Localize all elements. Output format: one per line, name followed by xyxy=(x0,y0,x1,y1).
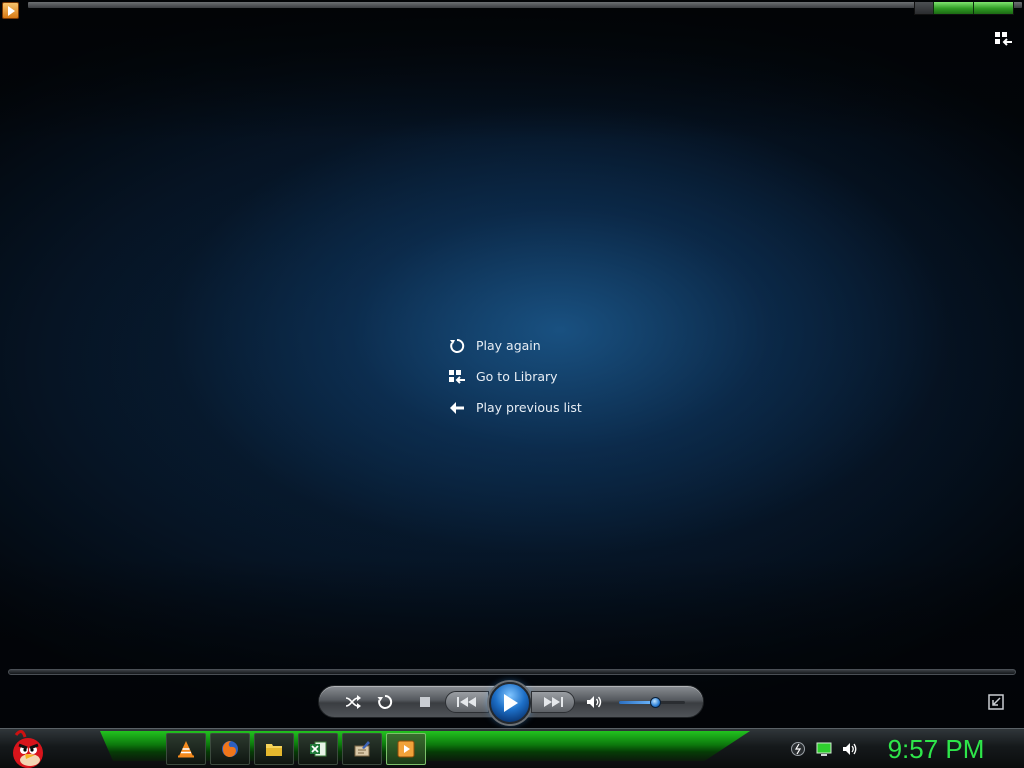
folder-icon[interactable] xyxy=(254,733,294,765)
play-previous-list-link[interactable]: Play previous list xyxy=(448,392,582,423)
end-of-playback-menu: Play again Go to Library Play previous l… xyxy=(448,330,582,423)
monitor-icon[interactable] xyxy=(816,741,832,757)
back-arrow-icon xyxy=(448,399,466,417)
switch-to-library-icon[interactable] xyxy=(994,31,1014,47)
playback-controls xyxy=(318,682,704,724)
replay-icon xyxy=(448,337,466,355)
title-bar[interactable] xyxy=(28,2,1022,8)
system-tray xyxy=(790,741,858,757)
stop-icon[interactable] xyxy=(417,692,433,712)
media-player-icon[interactable] xyxy=(386,733,426,765)
go-to-library-link[interactable]: Go to Library xyxy=(448,361,582,392)
close-button[interactable] xyxy=(973,2,1013,14)
writing-app-icon[interactable] xyxy=(342,733,382,765)
go-to-library-label: Go to Library xyxy=(476,369,558,384)
caption-buttons xyxy=(914,2,1014,15)
volume-slider[interactable] xyxy=(619,697,685,708)
media-player-icon[interactable] xyxy=(2,2,19,19)
angry-bird-start-icon[interactable] xyxy=(8,729,48,768)
shuffle-icon[interactable] xyxy=(343,692,363,712)
maximize-button[interactable] xyxy=(933,2,974,14)
switch-to-skin-icon[interactable] xyxy=(988,694,1004,710)
minimize-button[interactable] xyxy=(915,2,934,14)
taskbar: 9:57 PM xyxy=(0,728,1024,768)
play-again-label: Play again xyxy=(476,338,541,353)
player-window: Play again Go to Library Play previous l… xyxy=(0,0,1024,728)
taskbar-clock[interactable]: 9:57 PM xyxy=(874,731,998,767)
play-icon[interactable] xyxy=(489,682,531,724)
play-again-link[interactable]: Play again xyxy=(448,330,582,361)
library-grid-icon xyxy=(448,368,466,386)
speaker-icon[interactable] xyxy=(585,692,605,712)
taskbar-apps xyxy=(166,733,426,765)
repeat-icon[interactable] xyxy=(375,692,395,712)
play-previous-list-label: Play previous list xyxy=(476,400,582,415)
previous-icon[interactable] xyxy=(445,691,489,713)
excel-icon[interactable] xyxy=(298,733,338,765)
vlc-icon[interactable] xyxy=(166,733,206,765)
seek-bar[interactable] xyxy=(8,669,1016,675)
network-icon[interactable] xyxy=(790,741,806,757)
next-icon[interactable] xyxy=(531,691,575,713)
volume-thumb[interactable] xyxy=(650,697,662,708)
firefox-icon[interactable] xyxy=(210,733,250,765)
volume-icon[interactable] xyxy=(842,741,858,757)
